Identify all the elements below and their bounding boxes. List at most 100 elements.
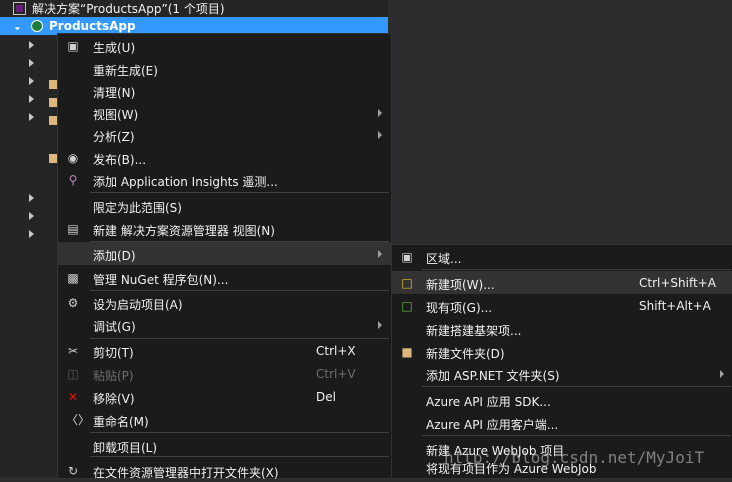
menu-item-label: 新建搭建基架项... (426, 324, 522, 338)
menu-item-label: 新建 解决方案资源管理器 视图(N) (93, 224, 275, 238)
menu-item-build[interactable]: ▣ 生成(U) (58, 34, 391, 57)
open-folder-refresh-icon: ↻ (67, 464, 79, 478)
new-view-icon: ▤ (67, 222, 79, 236)
menu-item-label: 新建文件夹(D) (426, 347, 505, 361)
menu-item-label: 管理 NuGet 程序包(N)... (93, 273, 229, 287)
menu-separator (90, 456, 389, 457)
add-submenu: ▣ 区域... □ 新建项(W)... Ctrl+Shift+A □ 现有项(G… (391, 244, 732, 479)
menu-item-label: 生成(U) (93, 41, 136, 55)
menu-separator (90, 192, 389, 193)
menu-item-label: Azure API 应用客户端... (426, 418, 559, 432)
area-icon: ▣ (401, 250, 413, 264)
project-context-menu: ▣ 生成(U) 重新生成(E) 清理(N) 视图(W) 分析(Z) ◉ 发布(B… (57, 33, 392, 482)
menu-item-shortcut: Ctrl+Shift+A (639, 276, 716, 290)
menu-item-label: 卸载项目(L) (93, 441, 158, 455)
menu-item-label: 重命名(M) (93, 415, 149, 429)
menu-item-manage-nuget[interactable]: ▩ 管理 NuGet 程序包(N)... (58, 266, 391, 289)
solution-node[interactable]: 解决方案“ProductsApp”(1 个项目) (0, 0, 388, 17)
menu-separator (422, 435, 731, 436)
menu-item-new-explorer-view[interactable]: ▤ 新建 解决方案资源管理器 视图(N) (58, 217, 391, 240)
menu-item-label: 在文件资源管理器中打开文件夹(X) (93, 466, 279, 480)
menu-item-scope-to-this[interactable]: 限定为此范围(S) (58, 194, 391, 217)
publish-globe-icon: ◉ (67, 151, 79, 165)
menu-item-rebuild[interactable]: 重新生成(E) (58, 57, 391, 80)
menu-item-label: 视图(W) (93, 108, 139, 122)
menu-item-label: 设为启动项目(A) (93, 298, 183, 312)
menu-item-new-item[interactable]: □ 新建项(W)... Ctrl+Shift+A (392, 271, 732, 294)
menu-item-label: 现有项(G)... (426, 301, 493, 315)
menu-item-analyze[interactable]: 分析(Z) (58, 123, 391, 146)
watermark-text: http://blog.csdn.net/MyJoiT (444, 448, 705, 467)
menu-item-label: Azure API 应用 SDK... (426, 395, 551, 409)
menu-item-label: 添加 Application Insights 遥测... (93, 175, 278, 189)
menu-item-label: 限定为此范围(S) (93, 201, 182, 215)
menu-item-new-scaffolded-item[interactable]: 新建搭建基架项... (392, 317, 732, 340)
tree-expand-arrow-icon[interactable] (29, 77, 34, 85)
menu-item-clean[interactable]: 清理(N) (58, 79, 391, 102)
menu-item-label: 重新生成(E) (93, 64, 158, 78)
solution-label: 解决方案“ProductsApp”(1 个项目) (32, 2, 225, 16)
tree-expand-arrow-icon[interactable] (29, 59, 34, 67)
menu-item-label: 清理(N) (93, 86, 136, 100)
menu-item-label: 分析(Z) (93, 130, 135, 144)
menu-separator (422, 269, 731, 270)
application-insights-icon: ⚲ (68, 173, 78, 187)
menu-item-rename[interactable]: 〈〉 重命名(M) (58, 408, 391, 431)
tree-expand-arrow-icon[interactable] (29, 230, 34, 238)
menu-item-shortcut: Ctrl+V (316, 367, 356, 381)
menu-item-add-aspnet-folder[interactable]: 添加 ASP.NET 文件夹(S) (392, 362, 732, 385)
menu-item-debug[interactable]: 调试(G) (58, 313, 391, 336)
menu-item-area[interactable]: ▣ 区域... (392, 245, 732, 268)
web-project-icon (31, 20, 43, 32)
menu-item-label: 发布(B)... (93, 153, 147, 167)
solution-icon (13, 2, 26, 15)
menu-item-view[interactable]: 视图(W) (58, 101, 391, 124)
menu-item-azure-api-sdk[interactable]: Azure API 应用 SDK... (392, 388, 732, 411)
project-label: ProductsApp (49, 19, 136, 33)
menu-item-add[interactable]: 添加(D) (58, 242, 391, 265)
menu-item-label: 调试(G) (93, 320, 136, 334)
menu-item-existing-item[interactable]: □ 现有项(G)... Shift+Alt+A (392, 294, 732, 317)
existing-item-icon: □ (401, 299, 413, 313)
paste-icon: ◫ (67, 367, 79, 381)
menu-separator (422, 386, 731, 387)
menu-item-label: 区域... (426, 252, 462, 266)
menu-item-application-insights[interactable]: ⚲ 添加 Application Insights 遥测... (58, 168, 391, 191)
scissors-icon: ✂ (67, 344, 79, 358)
menu-item-unload-project[interactable]: 卸载项目(L) (58, 434, 391, 457)
gear-icon: ⚙ (67, 296, 79, 310)
nuget-icon: ▩ (67, 271, 79, 285)
menu-item-new-folder[interactable]: ■ 新建文件夹(D) (392, 340, 732, 363)
submenu-arrow-icon (720, 370, 724, 378)
tree-expand-arrow-icon[interactable] (29, 41, 34, 49)
tree-expand-arrow-icon[interactable] (29, 95, 34, 103)
menu-item-shortcut: Shift+Alt+A (639, 299, 711, 313)
submenu-arrow-icon (378, 250, 382, 258)
menu-item-shortcut: Del (316, 390, 336, 404)
expand-arrow-icon[interactable] (11, 21, 21, 31)
menu-item-azure-api-client[interactable]: Azure API 应用客户端... (392, 411, 732, 434)
menu-item-remove[interactable]: ✕ 移除(V) Del (58, 385, 391, 408)
menu-item-publish[interactable]: ◉ 发布(B)... (58, 146, 391, 169)
rename-icon: 〈〉 (66, 413, 91, 427)
menu-separator (90, 432, 389, 433)
submenu-arrow-icon (378, 321, 382, 329)
menu-item-label: 粘贴(P) (93, 369, 134, 383)
menu-item-paste[interactable]: ◫ 粘贴(P) Ctrl+V (58, 362, 391, 385)
tree-expand-arrow-icon[interactable] (29, 194, 34, 202)
menu-item-label: 新建项(W)... (426, 278, 495, 292)
tree-expand-arrow-icon[interactable] (29, 113, 34, 121)
new-folder-icon: ■ (401, 345, 413, 359)
menu-item-label: 添加 ASP.NET 文件夹(S) (426, 369, 560, 383)
build-icon: ▣ (67, 39, 79, 53)
submenu-arrow-icon (378, 131, 382, 139)
tree-expand-arrow-icon[interactable] (29, 212, 34, 220)
menu-item-label: 添加(D) (93, 249, 136, 263)
new-item-icon: □ (401, 276, 413, 290)
menu-item-set-startup[interactable]: ⚙ 设为启动项目(A) (58, 291, 391, 314)
menu-item-cut[interactable]: ✂ 剪切(T) Ctrl+X (58, 339, 391, 362)
menu-item-open-in-explorer[interactable]: ↻ 在文件资源管理器中打开文件夹(X) (58, 459, 391, 482)
submenu-arrow-icon (378, 109, 382, 117)
menu-item-shortcut: Ctrl+X (316, 344, 356, 358)
delete-x-icon: ✕ (67, 390, 79, 404)
